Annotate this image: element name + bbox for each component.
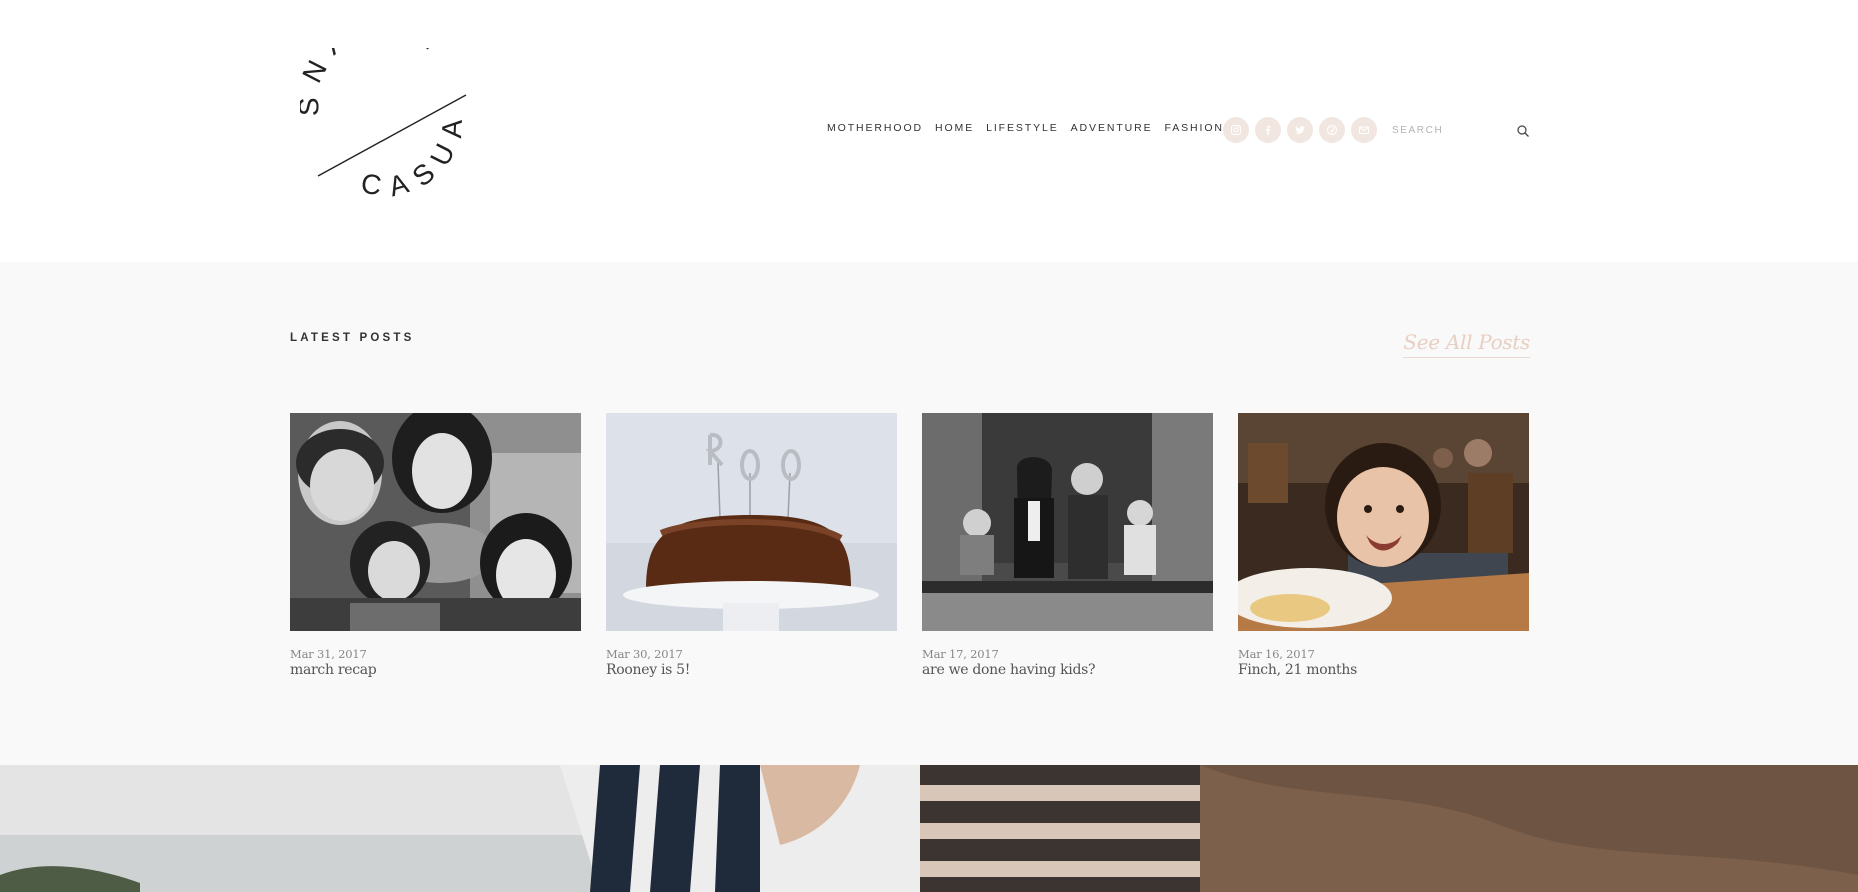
facebook-icon[interactable]	[1255, 117, 1281, 143]
logo-text-top: SNAPPY	[300, 48, 447, 116]
section-title: LATEST POSTS	[290, 332, 415, 344]
nav-item-lifestyle[interactable]: LIFESTYLE	[986, 122, 1059, 134]
twitter-icon[interactable]	[1287, 117, 1313, 143]
post-thumbnail-toddler[interactable]	[1238, 413, 1529, 631]
site-logo[interactable]: SNAPPY CASUAL	[300, 48, 480, 218]
post-date: Mar 16, 2017	[1238, 647, 1315, 661]
svg-text:SNAPPY: SNAPPY	[300, 48, 459, 116]
social-links	[1223, 117, 1377, 143]
post-card: Mar 16, 2017 Finch, 21 months	[1238, 413, 1529, 679]
nav-item-adventure[interactable]: ADVENTURE	[1071, 122, 1153, 134]
post-date: Mar 30, 2017	[606, 647, 683, 661]
nav-item-motherhood[interactable]: MOTHERHOOD	[827, 122, 923, 134]
post-title-link[interactable]: are we done having kids?	[922, 662, 1096, 678]
post-date: Mar 31, 2017	[290, 647, 367, 661]
instagram-icon[interactable]	[1223, 117, 1249, 143]
post-date: Mar 17, 2017	[922, 647, 999, 661]
search-icon[interactable]	[1516, 124, 1530, 138]
post-thumbnail-family-bench[interactable]	[922, 413, 1213, 631]
post-thumbnail-cake[interactable]	[606, 413, 897, 631]
email-icon[interactable]	[1351, 117, 1377, 143]
post-title-link[interactable]: march recap	[290, 662, 377, 678]
see-all-posts-link[interactable]: See All Posts	[1403, 330, 1530, 358]
search-box	[1392, 120, 1530, 142]
post-card: Mar 30, 2017 Rooney is 5!	[606, 413, 897, 679]
main-nav: MOTHERHOOD HOME LIFESTYLE ADVENTURE FASH…	[827, 122, 1236, 134]
nav-item-home[interactable]: HOME	[935, 122, 974, 134]
latest-posts-section: LATEST POSTS See All Posts Mar 31, 2017 …	[0, 262, 1858, 765]
post-card: Mar 31, 2017 march recap	[290, 413, 581, 679]
pinterest-icon[interactable]	[1319, 117, 1345, 143]
site-header: SNAPPY CASUAL MOTHERHOOD HOME LIFESTYLE …	[0, 0, 1858, 262]
post-title-link[interactable]: Rooney is 5!	[606, 662, 690, 678]
post-title-link[interactable]: Finch, 21 months	[1238, 662, 1357, 678]
nav-item-fashion[interactable]: FASHION	[1165, 122, 1224, 134]
post-thumbnail-family-selfie[interactable]	[290, 413, 581, 631]
post-card: Mar 17, 2017 are we done having kids?	[922, 413, 1213, 679]
hero-banner-image	[0, 765, 1858, 892]
search-input[interactable]	[1392, 120, 1502, 141]
posts-grid: Mar 31, 2017 march recap Mar 30, 2017 Ro…	[290, 413, 1529, 679]
